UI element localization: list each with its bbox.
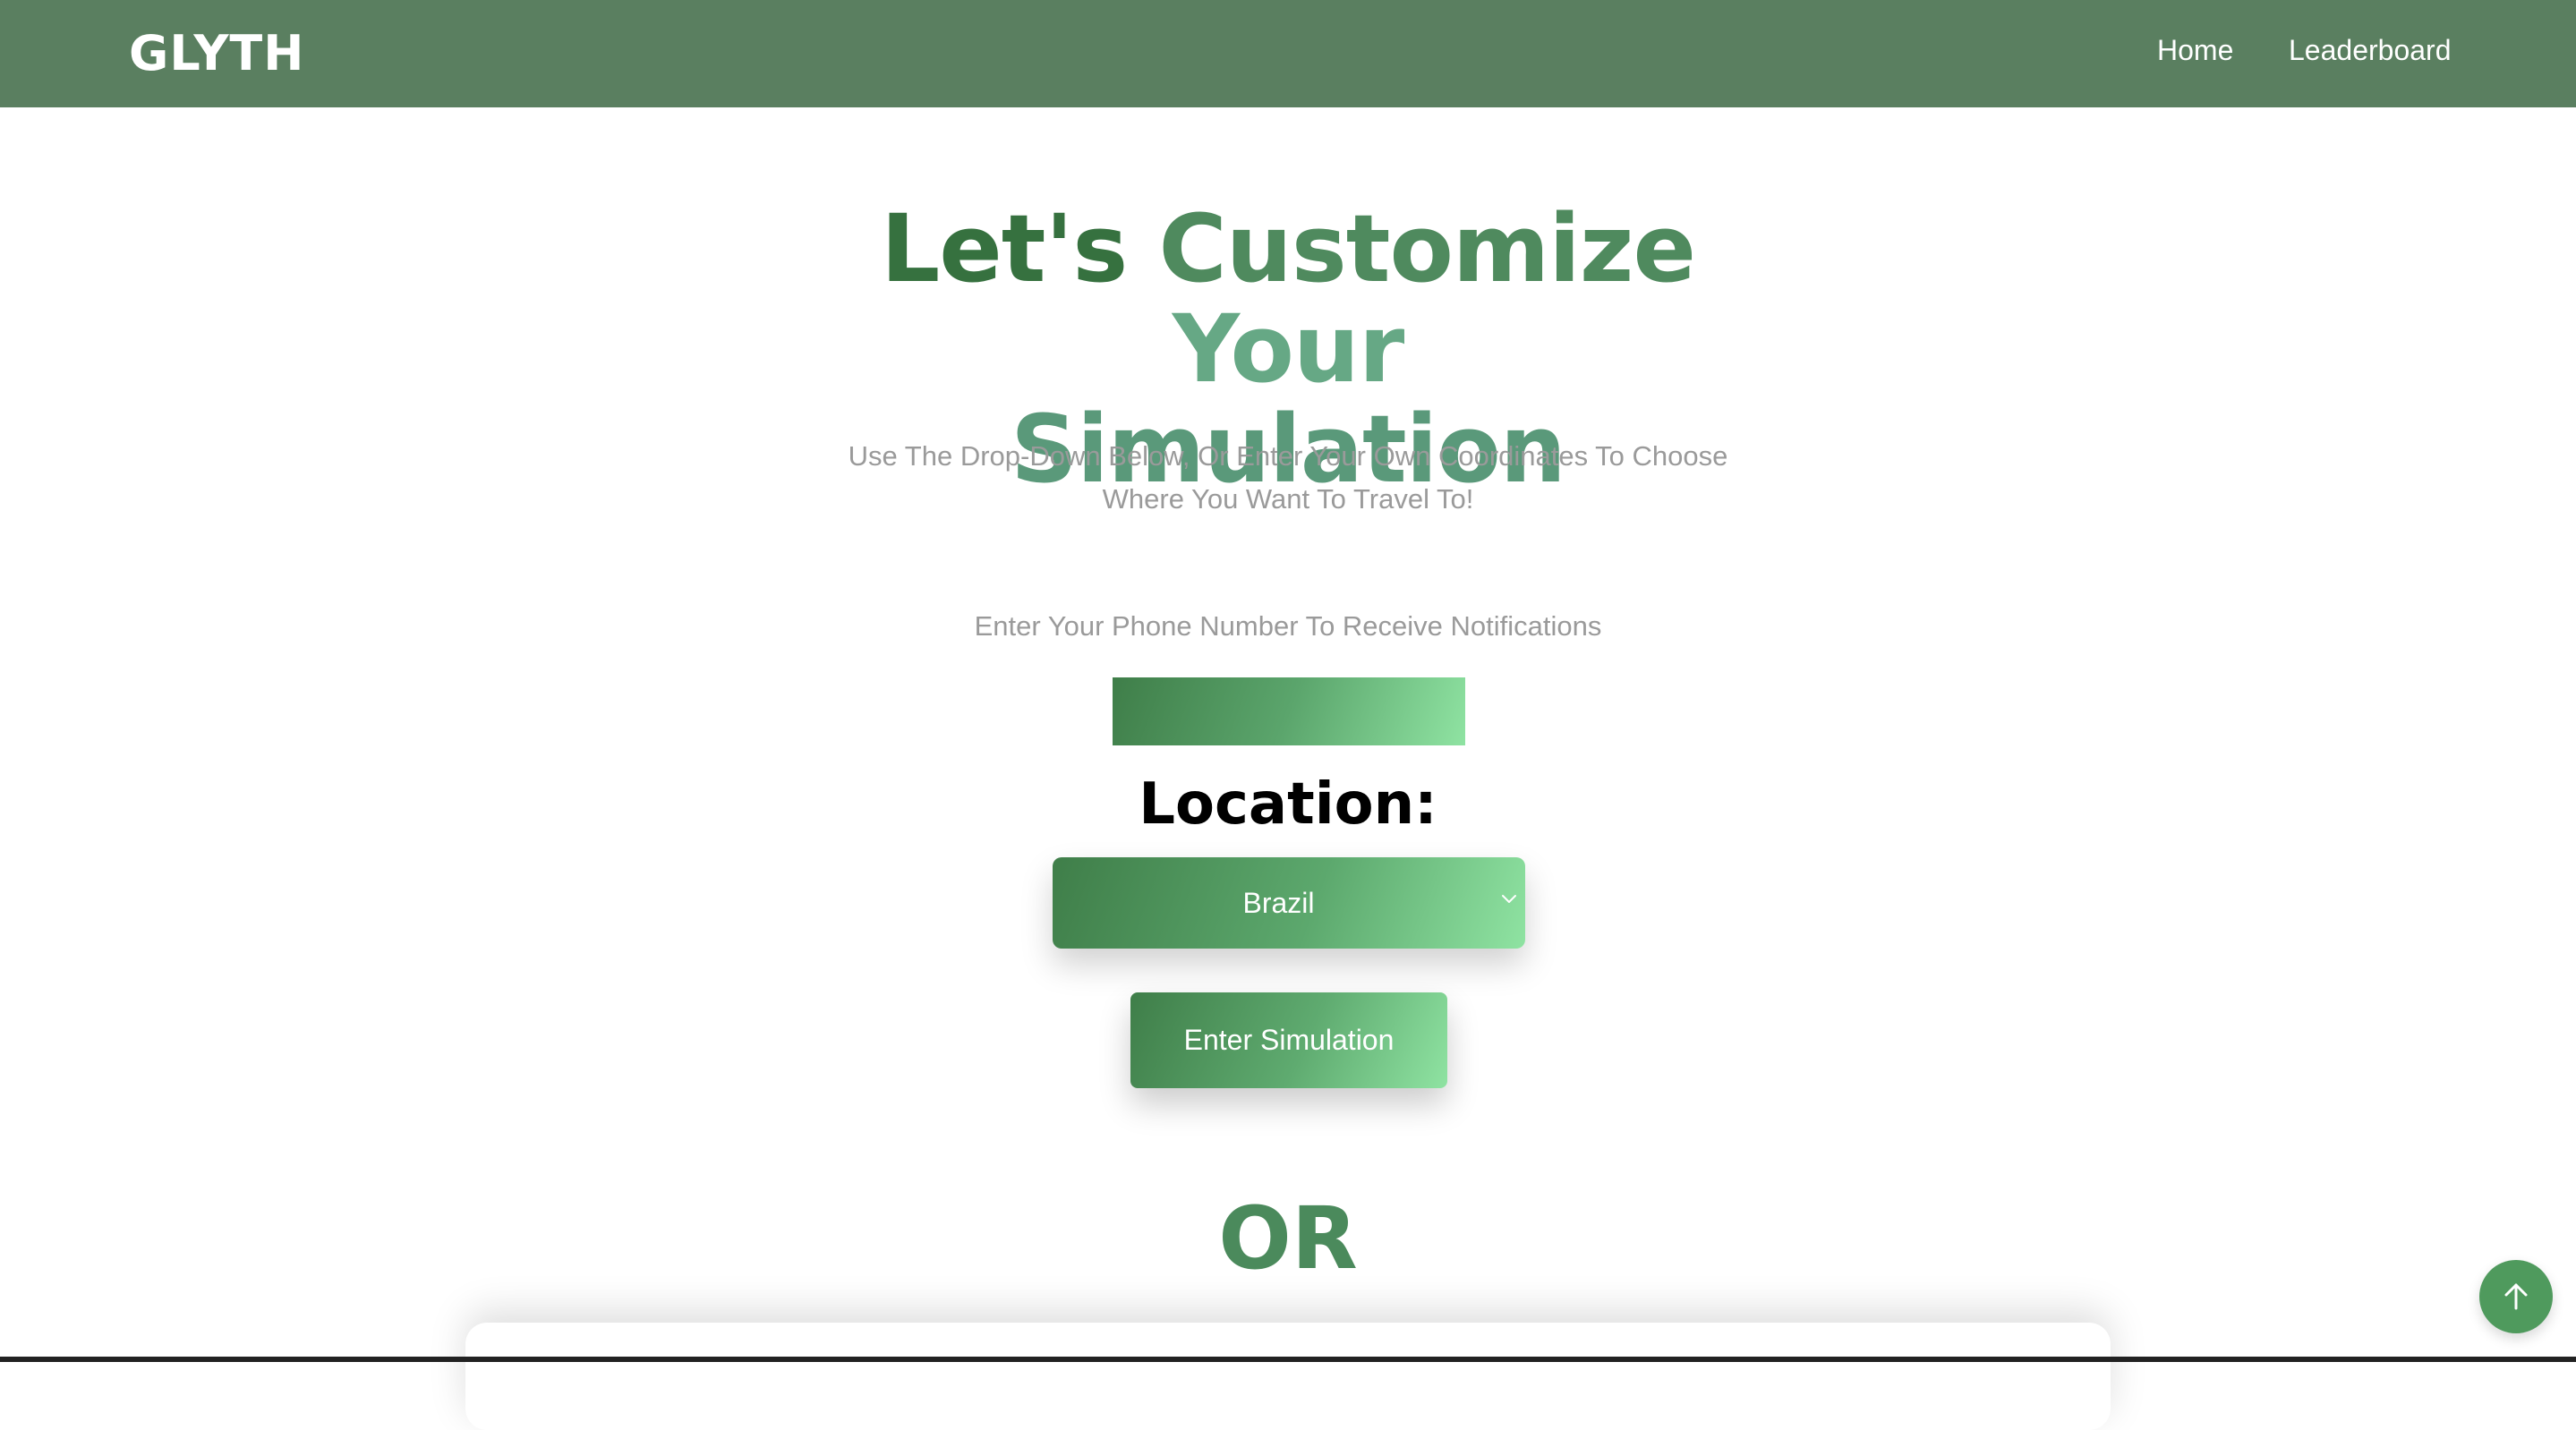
scroll-to-top-button[interactable] [2479, 1260, 2553, 1333]
phone-label: Enter Your Phone Number To Receive Notif… [974, 610, 1602, 642]
location-select[interactable]: Brazil [1053, 857, 1525, 949]
window-bottom-edge [0, 1357, 2576, 1362]
location-select-value: Brazil [1242, 887, 1315, 919]
phone-input[interactable] [1113, 677, 1465, 745]
coordinates-card [465, 1323, 2111, 1430]
nav-link-home[interactable]: Home [2157, 34, 2233, 67]
nav-link-leaderboard[interactable]: Leaderboard [2289, 34, 2451, 67]
subtitle-line-2: Where You Want To Travel To! [1102, 483, 1474, 515]
navbar: GLYTH Home Leaderboard [0, 0, 2576, 107]
arrow-up-icon [2504, 1283, 2528, 1310]
enter-simulation-button[interactable]: Enter Simulation [1130, 992, 1447, 1088]
page-title-line-1: Let's Customize Your [751, 199, 1825, 399]
title-word-your: Your [1172, 294, 1405, 404]
or-divider: OR [1218, 1188, 1358, 1289]
title-word-customize: Customize [1158, 194, 1696, 303]
page-subtitle: Use The Drop-Down Below, Or Enter Your O… [751, 435, 1825, 521]
title-word-lets: Let's [881, 194, 1128, 303]
subtitle-line-1: Use The Drop-Down Below, Or Enter Your O… [848, 440, 1728, 472]
chevron-down-icon [1502, 895, 1516, 903]
location-label: Location: [1139, 771, 1437, 838]
logo[interactable]: GLYTH [129, 25, 304, 81]
